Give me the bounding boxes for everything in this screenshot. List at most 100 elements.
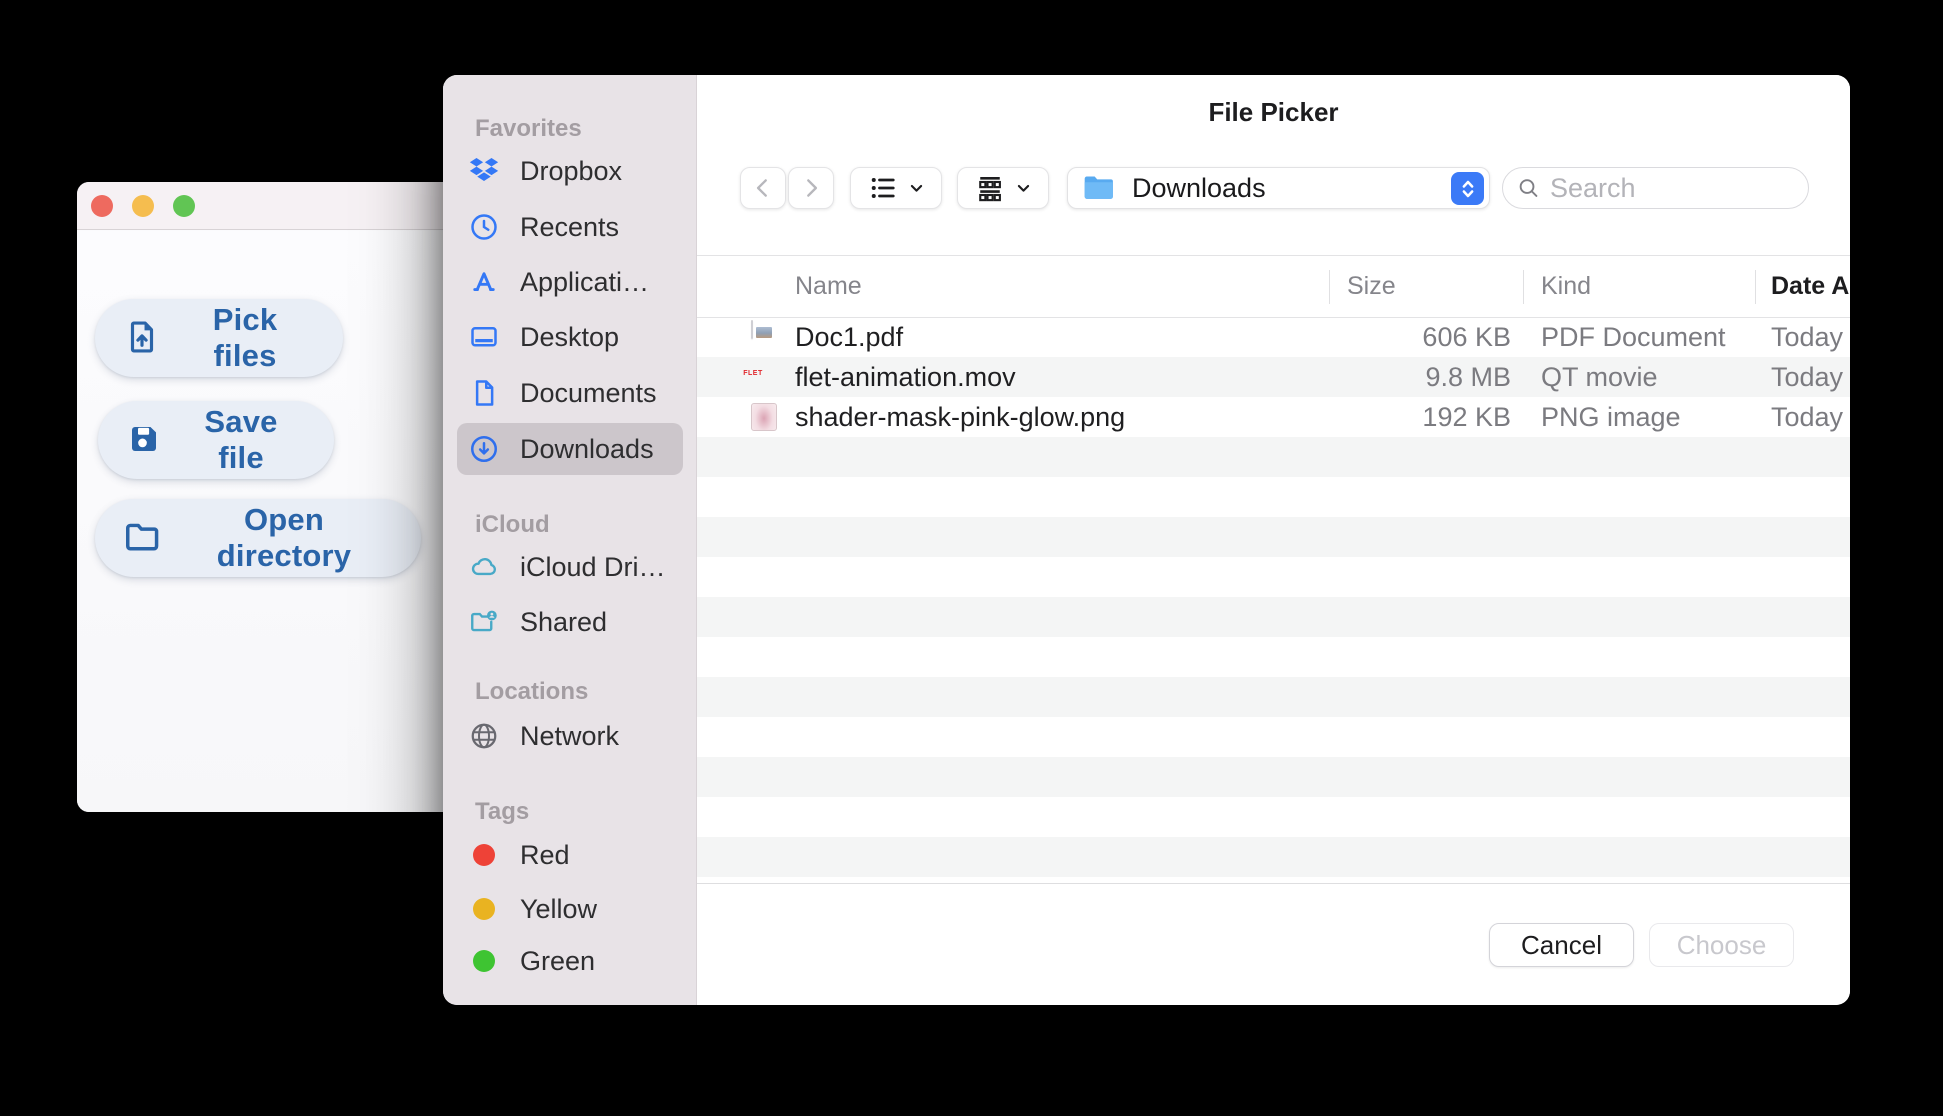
sidebar-item-label: Shared (520, 606, 608, 637)
chevron-left-icon (756, 179, 767, 197)
section-title-favorites: Favorites (475, 115, 582, 142)
sidebar-item-label: Dropbox (520, 155, 623, 186)
sidebar-item-label: Red (520, 839, 570, 870)
globe-icon (469, 721, 499, 751)
column-divider[interactable] (1329, 270, 1330, 304)
sidebar-item-tag-green[interactable]: Green (457, 939, 683, 983)
app-store-icon (469, 267, 499, 297)
file-name: Doc1.pdf (795, 321, 904, 352)
cancel-button[interactable]: Cancel (1489, 923, 1634, 967)
sidebar-item-label: Green (520, 945, 596, 976)
file-kind: PDF Document (1541, 321, 1726, 352)
movie-icon-text: FLET (743, 369, 763, 377)
pdf-file-icon (751, 320, 753, 339)
finder-sidebar: Favorites Dropbox Recents Applicati… Des… (443, 75, 697, 1005)
sidebar-item-downloads[interactable]: Downloads (457, 423, 683, 475)
clock-icon (469, 212, 499, 242)
search-field[interactable] (1502, 167, 1809, 209)
sidebar-item-dropbox[interactable]: Dropbox (457, 149, 683, 193)
green-tag-icon (473, 950, 495, 972)
chevron-down-icon (1017, 184, 1029, 192)
search-input[interactable] (1549, 172, 1798, 204)
back-button[interactable] (740, 167, 786, 209)
file-kind: PNG image (1541, 401, 1681, 432)
file-size: 606 KB (1422, 321, 1511, 352)
file-size: 9.8 MB (1425, 361, 1511, 392)
column-header-name[interactable]: Name (795, 256, 862, 317)
file-name: flet-animation.mov (795, 361, 1016, 392)
location-popup-button[interactable]: Downloads (1067, 167, 1490, 209)
save-file-label: Save file (204, 404, 278, 475)
close-window-button[interactable] (91, 195, 113, 217)
sidebar-item-label: Yellow (520, 893, 598, 924)
sidebar-item-label: Desktop (520, 321, 620, 352)
column-header-kind[interactable]: Kind (1541, 256, 1591, 317)
section-title-locations: Locations (475, 678, 589, 705)
column-header-row: Name Size Kind Date Added (697, 256, 1850, 317)
screen: Pick files Save file Open directory Favo… (0, 0, 1943, 1116)
sidebar-item-tag-yellow[interactable]: Yellow (457, 887, 683, 931)
zoom-window-button[interactable] (173, 195, 195, 217)
chevron-right-icon (807, 179, 818, 197)
save-file-button[interactable]: Save file (98, 401, 334, 479)
group-view-menu-button[interactable] (957, 167, 1049, 209)
file-picker-dialog: Favorites Dropbox Recents Applicati… Des… (443, 75, 1850, 1005)
sidebar-item-label: Applicati… (520, 266, 650, 297)
column-header-date-added[interactable]: Date Added (1771, 256, 1850, 317)
section-title-icloud: iCloud (475, 511, 550, 538)
red-tag-icon (473, 844, 495, 866)
sidebar-item-label: Documents (520, 377, 657, 408)
yellow-tag-icon (473, 898, 495, 920)
dropbox-icon (469, 156, 499, 186)
file-row-doc1-pdf[interactable]: Doc1.pdf 606 KB PDF Document Today (697, 317, 1850, 357)
file-date: Today (1771, 401, 1844, 432)
column-divider[interactable] (1755, 270, 1756, 304)
file-name: shader-mask-pink-glow.png (795, 401, 1126, 432)
list-view-menu-button[interactable] (850, 167, 942, 209)
search-icon (1519, 179, 1538, 197)
sidebar-item-documents[interactable]: Documents (457, 371, 683, 415)
sidebar-item-applications[interactable]: Applicati… (457, 260, 683, 304)
chevron-down-icon (910, 184, 922, 192)
group-view-icon (978, 176, 1001, 202)
document-icon (469, 378, 499, 408)
file-row-flet-animation-mov[interactable]: FLET flet-animation.mov 9.8 MB QT movie … (697, 357, 1850, 397)
sidebar-item-label: Recents (520, 211, 620, 242)
download-circle-icon (469, 434, 499, 464)
empty-list-stripes (697, 437, 1850, 883)
current-location-label: Downloads (1132, 172, 1266, 203)
file-date: Today (1771, 361, 1844, 392)
sidebar-item-label: iCloud Dri… (520, 551, 666, 582)
desktop-icon (469, 322, 499, 352)
sidebar-item-icloud-drive[interactable]: iCloud Dri… (457, 545, 683, 589)
sidebar-item-label: Downloads (520, 433, 654, 464)
sidebar-item-label: Network (520, 720, 620, 751)
sidebar-item-shared[interactable]: Shared (457, 600, 683, 644)
sidebar-item-network[interactable]: Network (457, 714, 683, 758)
footer-divider (697, 883, 1850, 884)
choose-button[interactable]: Choose (1649, 923, 1794, 967)
dialog-title: File Picker (1208, 97, 1339, 127)
folder-outline-icon (123, 518, 161, 559)
pick-files-button[interactable]: Pick files (95, 299, 343, 377)
image-file-icon (751, 403, 777, 431)
folder-icon (1084, 176, 1113, 199)
file-size: 192 KB (1422, 401, 1511, 432)
sidebar-item-recents[interactable]: Recents (457, 205, 683, 249)
popup-stepper-icon (1451, 172, 1484, 205)
file-date: Today (1771, 321, 1844, 352)
file-upload-icon (123, 318, 161, 359)
sidebar-item-tag-red[interactable]: Red (457, 833, 683, 877)
forward-button[interactable] (788, 167, 834, 209)
cloud-icon (469, 552, 499, 582)
open-directory-button[interactable]: Open directory (95, 499, 421, 577)
sidebar-item-desktop[interactable]: Desktop (457, 315, 683, 359)
file-row-shader-mask-pink-glow-png[interactable]: shader-mask-pink-glow.png 192 KB PNG ima… (697, 397, 1850, 437)
list-view-icon (871, 178, 895, 198)
column-divider[interactable] (1523, 270, 1524, 304)
file-list: Doc1.pdf 606 KB PDF Document Today FLET … (697, 317, 1850, 437)
minimize-window-button[interactable] (132, 195, 154, 217)
column-header-size[interactable]: Size (1347, 256, 1396, 317)
open-directory-label: Open directory (216, 502, 352, 573)
section-title-tags: Tags (475, 798, 530, 825)
